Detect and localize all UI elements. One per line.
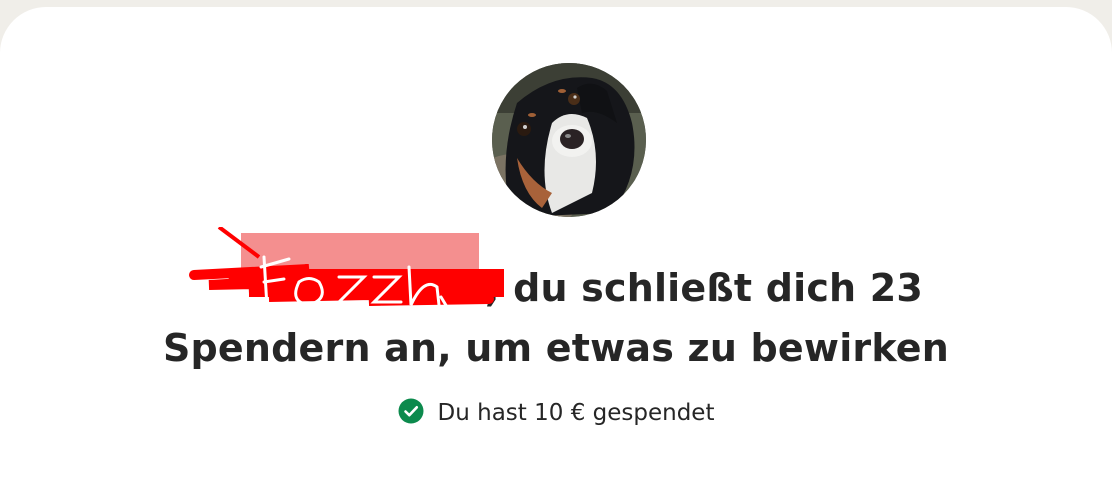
headline-line2: Spendern an, um etwas zu bewirken — [162, 326, 950, 370]
donation-status: Du hast 10 € gespendet — [0, 396, 1112, 430]
redacted-donor-name — [188, 227, 504, 309]
check-circle-icon — [398, 398, 424, 424]
donation-confirmation-page: , du schließt dich 23 Spendern an, um et… — [0, 0, 1112, 489]
donation-headline: , du schließt dich 23 Spendern an, um et… — [0, 227, 1112, 378]
headline-line1: du schließt dich 23 — [513, 266, 924, 310]
fundraiser-avatar — [492, 63, 646, 217]
donated-amount-text: Du hast 10 € gespendet — [437, 400, 715, 426]
